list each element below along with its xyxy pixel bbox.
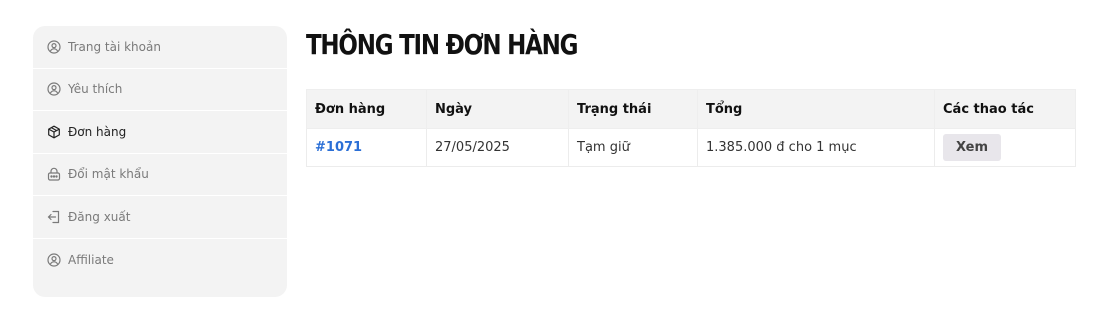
page-title: THÔNG TIN ĐƠN HÀNG [306, 28, 579, 61]
order-actions-cell: Xem [934, 128, 1076, 167]
user-circle-icon [47, 253, 61, 267]
column-header-actions: Các thao tác [934, 89, 1076, 129]
sidebar-item-logout[interactable]: Đăng xuất [33, 196, 287, 239]
column-header-date: Ngày [426, 89, 569, 129]
sidebar-item-wishlist[interactable]: Yêu thích [33, 69, 287, 111]
column-header-total: Tổng [697, 89, 935, 129]
table-header-row: Đơn hàng Ngày Trạng thái Tổng Các thao t… [306, 89, 1076, 129]
package-icon [47, 125, 61, 139]
sidebar-item-label: Trang tài khoản [68, 39, 161, 54]
sidebar-item-account[interactable]: Trang tài khoản [33, 26, 287, 69]
user-circle-icon [47, 40, 61, 54]
sidebar-item-label: Yêu thích [68, 82, 123, 97]
column-header-status: Trạng thái [568, 89, 698, 129]
orders-table: Đơn hàng Ngày Trạng thái Tổng Các thao t… [306, 89, 1076, 167]
sidebar-item-change-password[interactable]: Đổi mật khẩu [33, 154, 287, 196]
table-row: #1071 27/05/2025 Tạm giữ 1.385.000 đ cho… [306, 128, 1076, 167]
logout-icon [47, 210, 61, 224]
sidebar-item-label: Đăng xuất [68, 209, 131, 224]
sidebar-item-affiliate[interactable]: Affiliate [33, 239, 287, 282]
column-header-order: Đơn hàng [306, 89, 427, 129]
lock-icon [47, 167, 61, 181]
view-order-button[interactable]: Xem [943, 134, 1002, 161]
sidebar-item-label: Đổi mật khẩu [68, 167, 149, 182]
order-total: 1.385.000 đ cho 1 mục [697, 128, 935, 167]
order-number-cell: #1071 [306, 128, 427, 167]
order-number-link[interactable]: #1071 [315, 140, 362, 155]
sidebar-item-orders[interactable]: Đơn hàng [33, 111, 287, 154]
order-date: 27/05/2025 [426, 128, 569, 167]
sidebar-item-label: Affiliate [68, 252, 114, 267]
order-status: Tạm giữ [568, 128, 698, 167]
sidebar-item-label: Đơn hàng [68, 124, 127, 139]
user-circle-icon [47, 82, 61, 96]
account-sidebar: Trang tài khoản Yêu thích Đơn hàng Đổi m… [33, 26, 287, 297]
